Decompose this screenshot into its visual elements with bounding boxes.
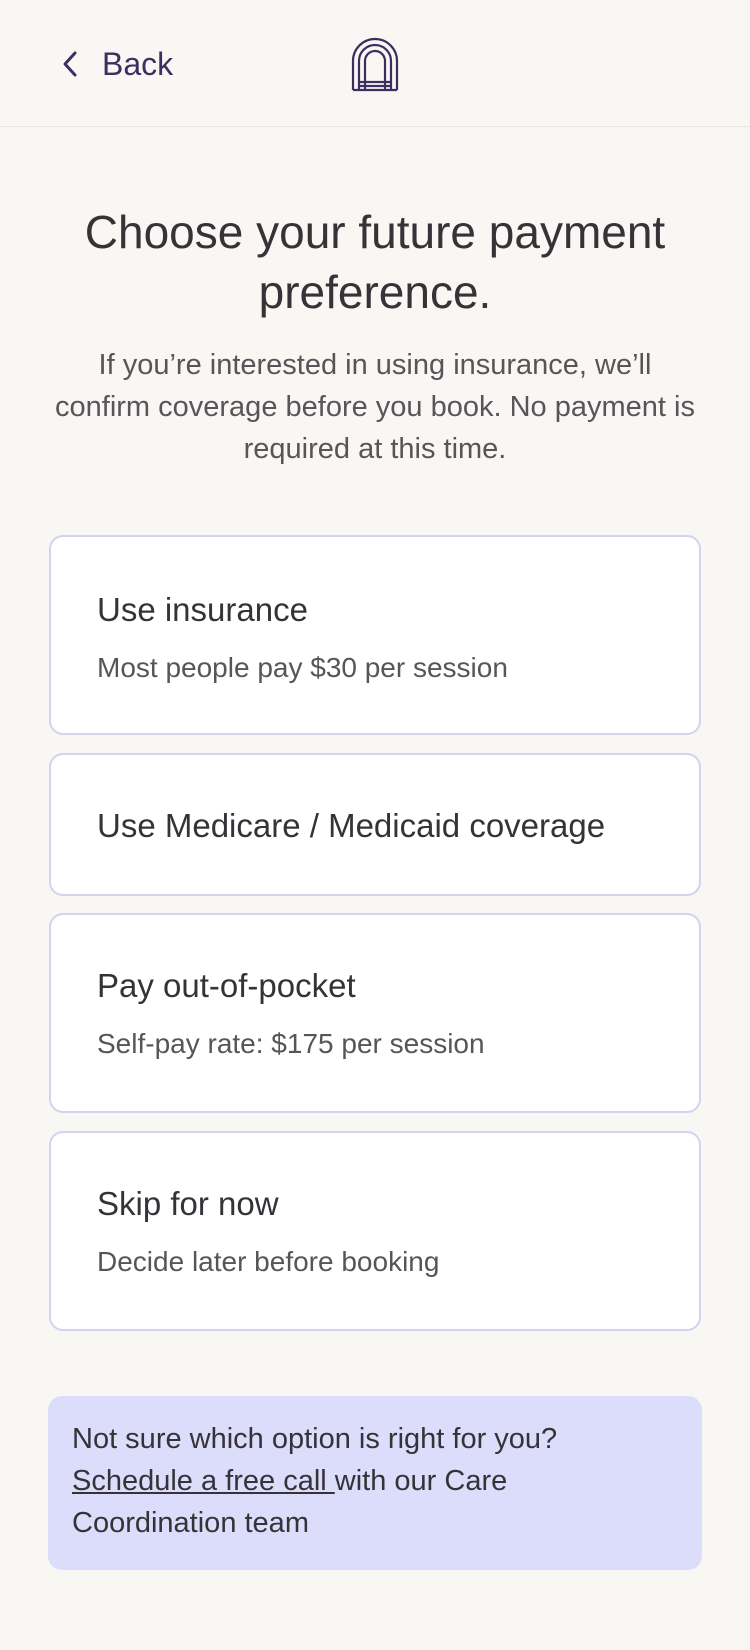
option-pay-out-of-pocket[interactable]: Pay out-of-pocket Self-pay rate: $175 pe… [49,913,701,1113]
help-question: Not sure which option is right for you? [72,1423,558,1455]
option-description: Self-pay rate: $175 per session [97,1028,485,1059]
option-medicare-medicaid[interactable]: Use Medicare / Medicaid coverage [49,753,701,896]
page-title: Choose your future payment preference. [84,206,666,318]
option-title: Skip for now [97,1185,279,1222]
option-skip-for-now[interactable]: Skip for now Decide later before booking [49,1131,701,1331]
help-callout: Not sure which option is right for you? … [48,1396,702,1570]
chevron-left-icon [62,50,78,78]
option-use-insurance[interactable]: Use insurance Most people pay $30 per se… [49,535,701,735]
schedule-call-link[interactable]: Schedule a free call [72,1465,335,1497]
back-button[interactable]: Back [62,40,173,88]
arch-logo-icon [350,36,400,92]
option-title: Use insurance [97,591,308,628]
back-label: Back [102,45,174,82]
option-title: Pay out-of-pocket [97,967,356,1004]
option-description: Decide later before booking [97,1246,440,1277]
option-description: Most people pay $30 per session [97,652,508,683]
page-subtitle: If you’re interested in using insurance,… [55,349,695,465]
option-title: Use Medicare / Medicaid coverage [97,807,606,844]
top-bar: Back [0,0,750,127]
